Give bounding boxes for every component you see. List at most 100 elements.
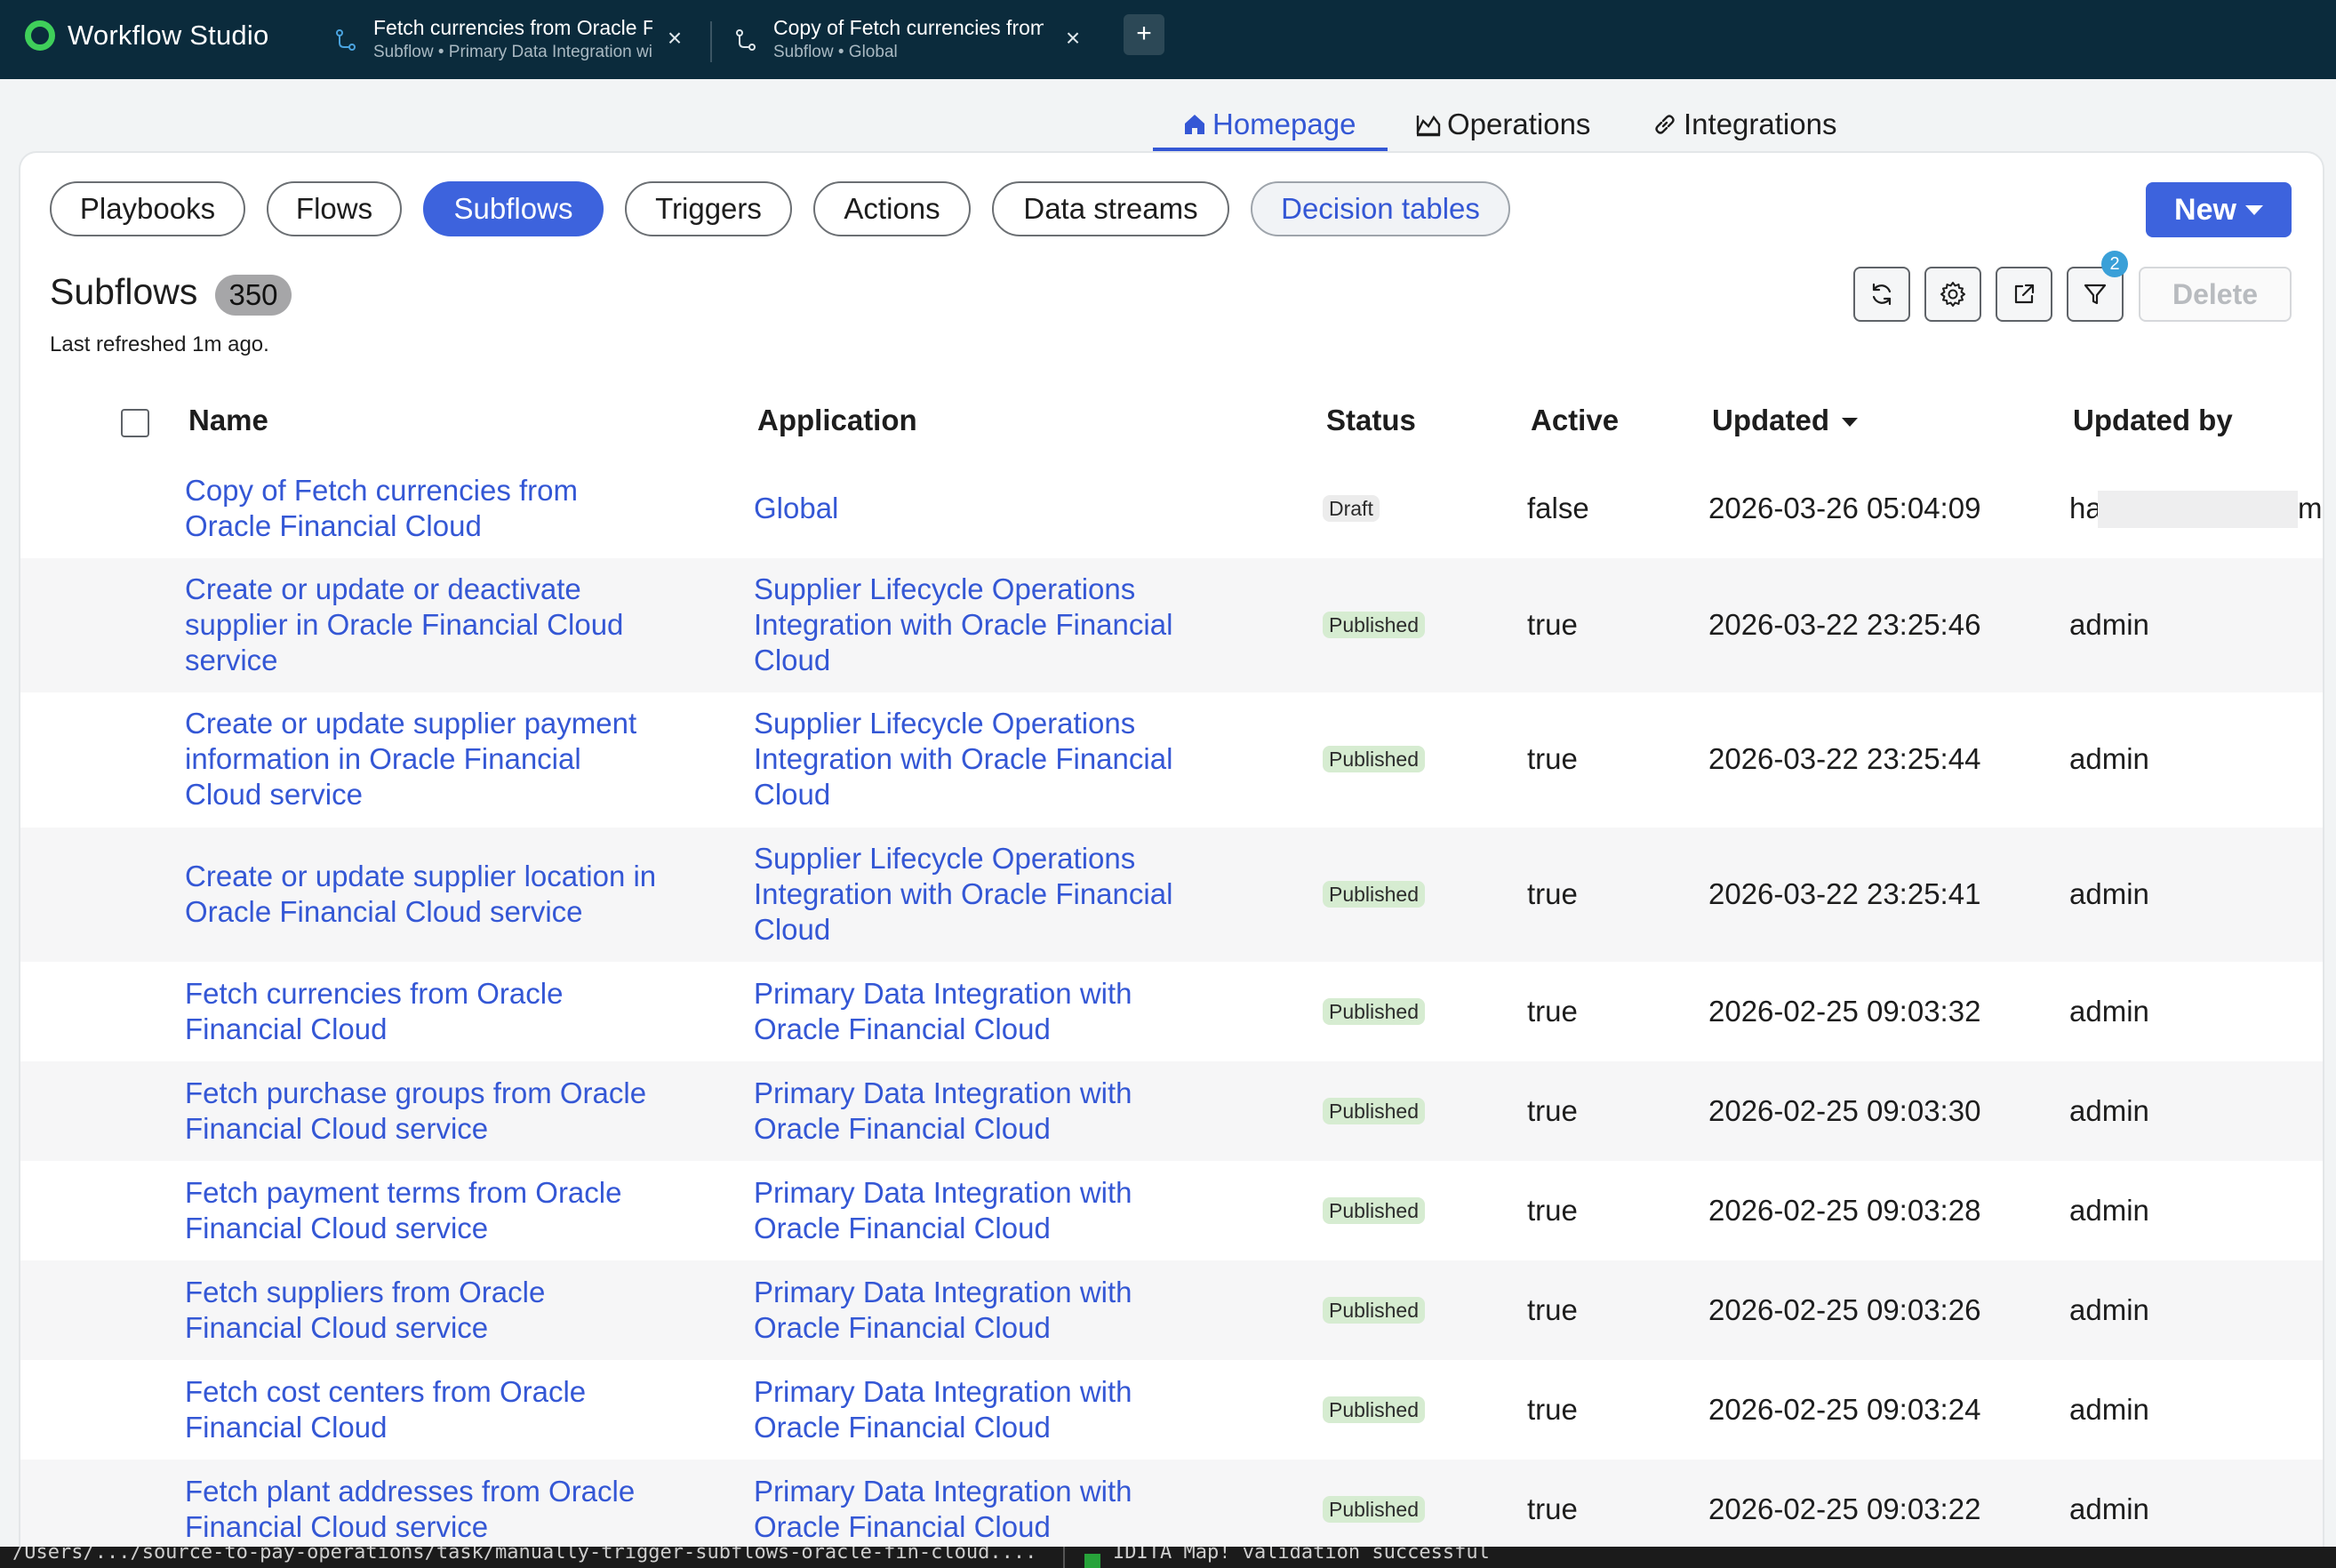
settings-button[interactable] (1924, 267, 1981, 322)
row-name-link[interactable]: Fetch purchase groups from Oracle Financ… (185, 1076, 665, 1147)
table-row[interactable]: Copy of Fetch currencies from Oracle Fin… (20, 467, 2323, 558)
category-triggers[interactable]: Triggers (625, 181, 792, 236)
category-data-streams[interactable]: Data streams (992, 181, 1229, 236)
new-button[interactable]: New (2146, 182, 2292, 237)
tab-integrations[interactable]: Integrations (1652, 100, 1836, 149)
column-header-application[interactable]: Application (757, 404, 917, 437)
status-bar-path: /Users/.../source-to-pay-operations/task… (12, 1547, 1037, 1564)
close-tab-icon[interactable]: × (1061, 26, 1084, 51)
tab-homepage[interactable]: Homepage (1182, 100, 1356, 149)
export-icon (2014, 284, 2035, 304)
row-application-link[interactable]: Supplier Lifecycle Operations Integratio… (754, 572, 1216, 678)
column-header-name[interactable]: Name (188, 404, 268, 437)
column-header-status[interactable]: Status (1326, 404, 1416, 437)
table-row[interactable]: Fetch payment terms from Oracle Financia… (20, 1161, 2323, 1260)
category-decision-tables[interactable]: Decision tables (1251, 181, 1510, 236)
row-updated-by-end: m (2298, 492, 2323, 524)
home-icon (1185, 115, 1204, 134)
row-name-link[interactable]: Fetch suppliers from Oracle Financial Cl… (185, 1275, 629, 1346)
row-updated: 2026-02-25 09:03:32 (1708, 995, 1981, 1028)
row-updated: 2026-03-22 23:25:46 (1708, 608, 1981, 641)
category-flows[interactable]: Flows (267, 181, 402, 236)
tab-operations[interactable]: Operations (1415, 100, 1590, 149)
row-updated: 2026-03-22 23:25:41 (1708, 877, 1981, 910)
table-row[interactable]: Fetch suppliers from Oracle Financial Cl… (20, 1260, 2323, 1360)
row-updated-by: admin (2069, 742, 2149, 775)
window-tab-title: Copy of Fetch currencies from Oracle Fin… (773, 16, 1044, 39)
row-active: true (1527, 877, 1578, 910)
table-row[interactable]: Create or update or deactivate supplier … (20, 558, 2323, 692)
add-tab-button[interactable]: + (1124, 14, 1164, 55)
row-updated: 2026-02-25 09:03:26 (1708, 1293, 1981, 1326)
status-badge: Published (1323, 612, 1426, 638)
table-row[interactable]: Fetch plant addresses from Oracle Financ… (20, 1460, 2323, 1547)
table-row[interactable]: Create or update supplier payment inform… (20, 692, 2323, 828)
select-all-checkbox[interactable] (121, 409, 149, 437)
row-active: true (1527, 1393, 1578, 1426)
row-name-link[interactable]: Copy of Fetch currencies from Oracle Fin… (185, 473, 629, 544)
row-application-link[interactable]: Supplier Lifecycle Operations Integratio… (754, 706, 1216, 812)
table-row[interactable]: Fetch purchase groups from Oracle Financ… (20, 1061, 2323, 1161)
row-name-link[interactable]: Create or update or deactivate supplier … (185, 572, 629, 678)
count-badge: 350 (215, 275, 292, 316)
row-active: true (1527, 1094, 1578, 1127)
settings-icon (1940, 282, 1965, 307)
status-bar-message: IDITA Map! validation successful (1113, 1547, 1490, 1564)
row-updated: 2026-03-22 23:25:44 (1708, 742, 1981, 775)
row-application-link[interactable]: Primary Data Integration with Oracle Fin… (754, 1474, 1216, 1545)
new-button-label: New (2174, 192, 2236, 227)
row-application-link[interactable]: Primary Data Integration with Oracle Fin… (754, 1076, 1216, 1147)
table-row[interactable]: Create or update supplier location in Or… (20, 828, 2323, 962)
row-application-link[interactable]: Global (754, 491, 1216, 526)
filter-count-badge: 2 (2101, 251, 2128, 277)
refresh-button[interactable] (1853, 267, 1910, 322)
row-name-link[interactable]: Create or update supplier location in Or… (185, 859, 665, 930)
row-updated-by: admin (2069, 1492, 2149, 1525)
export-button[interactable] (1996, 267, 2052, 322)
row-name-link[interactable]: Fetch cost centers from Oracle Financial… (185, 1374, 629, 1445)
row-updated-by: admin (2069, 1393, 2149, 1426)
row-updated: 2026-03-26 05:04:09 (1708, 492, 1981, 524)
subflow-icon (336, 29, 356, 51)
status-badge: Published (1323, 1496, 1426, 1523)
sort-desc-icon (1842, 418, 1858, 428)
row-application-link[interactable]: Supplier Lifecycle Operations Integratio… (754, 841, 1216, 948)
link-icon (1655, 115, 1675, 134)
window-tab-2[interactable]: Copy of Fetch currencies from Oracle Fin… (734, 14, 1090, 66)
filter-icon (2084, 284, 2107, 305)
chart-icon (1416, 115, 1441, 137)
window-tab-title: Fetch currencies from Oracle Financial C… (373, 16, 652, 39)
row-updated-by: admin (2069, 1293, 2149, 1326)
app-top-bar: Workflow Studio Fetch currencies from Or… (0, 0, 2336, 79)
row-application-link[interactable]: Primary Data Integration with Oracle Fin… (754, 1275, 1216, 1346)
row-name-link[interactable]: Fetch plant addresses from Oracle Financ… (185, 1474, 647, 1545)
category-subflows[interactable]: Subflows (423, 181, 604, 236)
column-header-updated[interactable]: Updated (1712, 404, 1858, 437)
status-badge: Published (1323, 998, 1426, 1025)
category-actions[interactable]: Actions (813, 181, 971, 236)
last-refreshed-text: Last refreshed 1m ago. (50, 332, 269, 356)
row-application-link[interactable]: Primary Data Integration with Oracle Fin… (754, 976, 1216, 1047)
delete-button[interactable]: Delete (2139, 267, 2292, 322)
category-playbooks[interactable]: Playbooks (50, 181, 245, 236)
brand[interactable]: Workflow Studio (25, 18, 268, 53)
row-name-link[interactable]: Fetch payment terms from Oracle Financia… (185, 1175, 647, 1246)
table-row[interactable]: Fetch currencies from Oracle Financial C… (20, 962, 2323, 1061)
page-title: Subflows (50, 271, 198, 312)
column-header-updated-by[interactable]: Updated by (2073, 404, 2233, 437)
tab-label: Operations (1447, 108, 1591, 140)
column-header-active[interactable]: Active (1531, 404, 1619, 437)
row-application-link[interactable]: Primary Data Integration with Oracle Fin… (754, 1374, 1216, 1445)
row-name-link[interactable]: Create or update supplier payment inform… (185, 706, 665, 812)
status-badge: Published (1323, 1396, 1426, 1423)
close-tab-icon[interactable]: × (663, 26, 686, 51)
row-active: true (1527, 608, 1578, 641)
window-tab-1[interactable]: Fetch currencies from Oracle Financial C… (334, 14, 690, 66)
row-application-link[interactable]: Primary Data Integration with Oracle Fin… (754, 1175, 1216, 1246)
row-name-link[interactable]: Fetch currencies from Oracle Financial C… (185, 976, 629, 1047)
status-badge: Published (1323, 1098, 1426, 1124)
window-tab-subtitle: Subflow • Primary Data Integration with … (373, 43, 652, 61)
row-updated: 2026-02-25 09:03:22 (1708, 1492, 1981, 1525)
row-active: true (1527, 1293, 1578, 1326)
table-row[interactable]: Fetch cost centers from Oracle Financial… (20, 1360, 2323, 1460)
